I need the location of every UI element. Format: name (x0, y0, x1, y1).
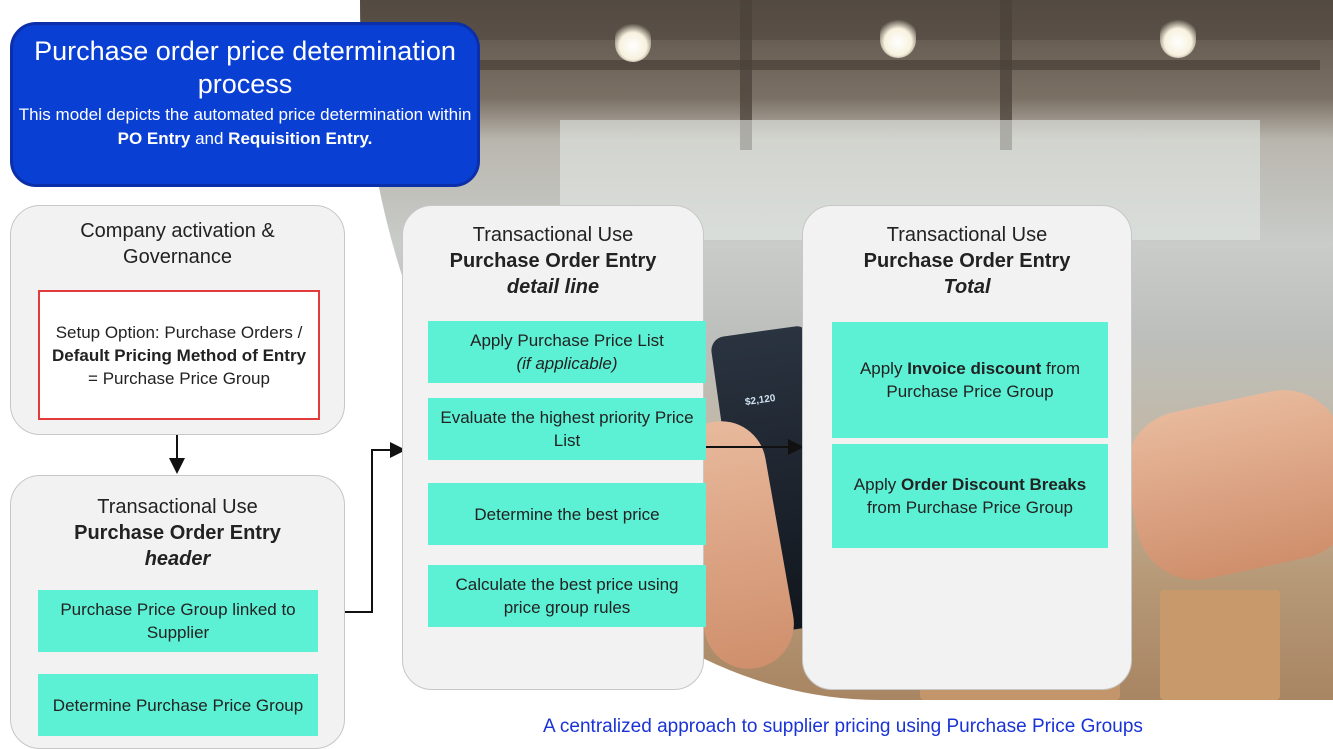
title-desc-text: and (190, 129, 229, 148)
step-determine-price-group: Determine Purchase Price Group (38, 674, 318, 736)
setup-text: = Purchase Price Group (88, 368, 270, 388)
header-card-line2: Purchase Order Entry (11, 520, 344, 546)
detail-card-subtitle: detail line (506, 276, 600, 298)
step-calculate-best-price: Calculate the best price using price gro… (428, 565, 706, 627)
title-desc-po-entry: PO Entry (117, 129, 191, 148)
detail-card-line2: Purchase Order Entry (403, 248, 703, 274)
step-order-discount-text: Apply Order Discount Breaks from Purchas… (840, 473, 1100, 519)
step-invoice-discount: Apply Invoice discount from Purchase Pri… (832, 322, 1108, 438)
step-bold-text: Invoice discount (907, 359, 1042, 378)
detail-card-line3: detail line (403, 274, 703, 300)
total-card-title: Purchase Order Entry (863, 250, 1071, 272)
step-price-group-linked: Purchase Price Group linked to Supplier (38, 590, 318, 652)
step-apply-price-list-note: (if applicable) (516, 354, 618, 373)
setup-bold-text: Default Pricing Method of Entry (51, 345, 307, 365)
footer-caption: A centralized approach to supplier prici… (543, 716, 1143, 737)
total-card-line1: Transactional Use (886, 224, 1048, 246)
total-card-line2: Purchase Order Entry (803, 248, 1131, 274)
step-invoice-discount-text: Apply Invoice discount from Purchase Pri… (840, 357, 1100, 403)
step-apply-price-list-label: Apply Purchase Price List (470, 331, 664, 350)
step-text: Apply (859, 359, 908, 378)
title-desc-requisition-entry: Requisition Entry. (228, 129, 373, 148)
header-card-line1: Transactional Use (97, 496, 258, 518)
title-box: Purchase order price determination proce… (10, 22, 480, 187)
governance-heading: Company activation & Governance (80, 220, 275, 268)
total-card-subtitle: Total (943, 276, 991, 298)
step-bold-text: Order Discount Breaks (901, 475, 1087, 494)
title-description: This model depicts the automated price d… (13, 103, 477, 151)
header-card-line3: header (11, 546, 344, 572)
title-heading: Purchase order price determination proce… (34, 36, 456, 99)
title-desc-text: This model depicts the automated price d… (18, 105, 472, 124)
setup-option-box: Setup Option: Purchase Orders / Default … (38, 290, 320, 420)
step-text: Apply (853, 475, 902, 494)
setup-option-text: Setup Option: Purchase Orders / Default … (48, 321, 310, 390)
header-card-title: Purchase Order Entry (74, 522, 281, 544)
step-apply-price-list: Apply Purchase Price List (if applicable… (428, 321, 706, 383)
step-order-discount-breaks: Apply Order Discount Breaks from Purchas… (832, 444, 1108, 548)
step-text: from Purchase Price Group (867, 498, 1073, 517)
detail-card-line1: Transactional Use (472, 224, 634, 246)
detail-card-title: Purchase Order Entry (449, 250, 657, 272)
header-card-subtitle: header (144, 548, 211, 570)
total-card-line3: Total (803, 274, 1131, 300)
setup-text: Setup Option: Purchase Orders / (55, 322, 303, 342)
step-evaluate-priority: Evaluate the highest priority Price List (428, 398, 706, 460)
step-determine-best-price: Determine the best price (428, 483, 706, 545)
